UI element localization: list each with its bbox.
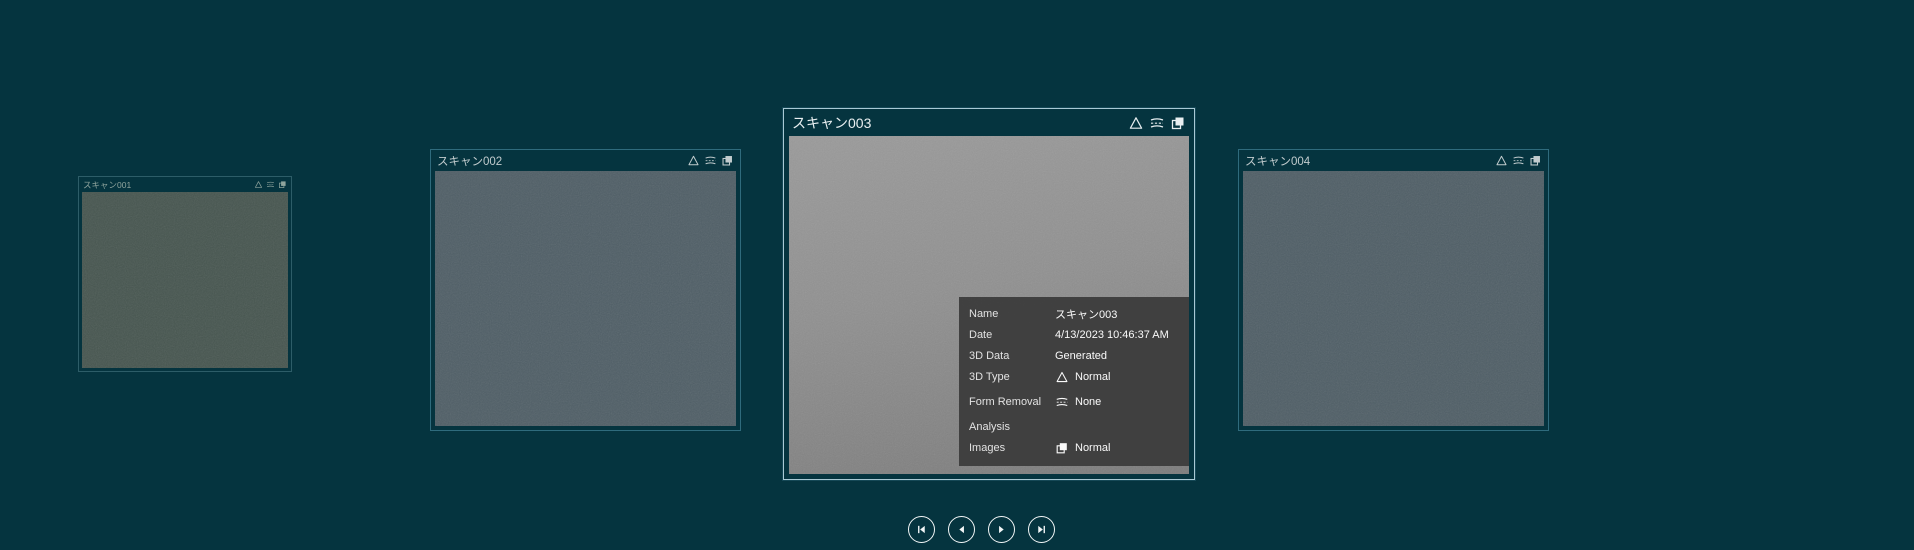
skip-to-last-icon bbox=[1035, 523, 1048, 536]
info-label: Form Removal bbox=[969, 395, 1042, 408]
previous-button[interactable] bbox=[948, 516, 975, 543]
scan-preview bbox=[1243, 171, 1544, 426]
3d-type-triangle-icon bbox=[687, 154, 700, 167]
info-label: Analysis bbox=[969, 420, 1010, 433]
form-removal-icon bbox=[1055, 395, 1069, 409]
3d-type-triangle-icon bbox=[254, 180, 263, 189]
carousel-navigation bbox=[908, 516, 1055, 543]
scan-card-1[interactable]: スキャン001 bbox=[78, 176, 292, 372]
info-row-analysis: Analysis bbox=[959, 416, 1189, 437]
form-removal-icon bbox=[1149, 115, 1165, 131]
info-label: Name bbox=[969, 307, 999, 320]
scan-preview bbox=[435, 171, 736, 426]
card-titlebar: スキャン004 bbox=[1239, 150, 1548, 171]
card-titlebar: スキャン003 bbox=[784, 109, 1194, 136]
3d-type-triangle-icon bbox=[1495, 154, 1508, 167]
images-icon bbox=[1529, 154, 1542, 167]
3d-type-triangle-icon bbox=[1128, 115, 1144, 131]
scan-info-panel: Name スキャン003 Date 4/13/2023 10:46:37 AM … bbox=[959, 297, 1189, 466]
last-button[interactable] bbox=[1028, 516, 1055, 543]
card-status-icons bbox=[254, 180, 287, 189]
first-button[interactable] bbox=[908, 516, 935, 543]
images-icon bbox=[278, 180, 287, 189]
card-titlebar: スキャン002 bbox=[431, 150, 740, 171]
info-value: スキャン003 bbox=[1055, 308, 1118, 321]
scan-noise-texture bbox=[435, 171, 736, 426]
form-removal-icon bbox=[704, 154, 717, 167]
next-button[interactable] bbox=[988, 516, 1015, 543]
scan-card-2[interactable]: スキャン002 bbox=[430, 149, 741, 431]
card-status-icons bbox=[1128, 115, 1186, 131]
previous-icon bbox=[955, 523, 968, 536]
scan-preview: Name スキャン003 Date 4/13/2023 10:46:37 AM … bbox=[789, 136, 1189, 474]
info-label: Images bbox=[969, 441, 1006, 454]
info-value-text: None bbox=[1075, 395, 1102, 408]
scan-noise-texture bbox=[1243, 171, 1544, 426]
card-title: スキャン002 bbox=[437, 155, 503, 168]
images-icon bbox=[1055, 441, 1069, 455]
form-removal-icon bbox=[266, 180, 275, 189]
info-label: 3D Type bbox=[969, 370, 1010, 383]
info-value-text: Normal bbox=[1075, 441, 1111, 454]
info-value-text: Normal bbox=[1075, 370, 1111, 383]
images-icon bbox=[721, 154, 734, 167]
info-row-images: Images Normal bbox=[959, 437, 1189, 458]
scan-card-4[interactable]: スキャン004 bbox=[1238, 149, 1549, 431]
skip-to-first-icon bbox=[915, 523, 928, 536]
card-status-icons bbox=[1495, 154, 1542, 167]
info-value: Normal bbox=[1055, 441, 1110, 455]
scan-card-3-selected[interactable]: スキャン003 Name スキャン003 Date 4/13/2023 10:4… bbox=[783, 108, 1195, 480]
info-value: Generated bbox=[1055, 349, 1107, 362]
next-icon bbox=[995, 523, 1008, 536]
info-row-date: Date 4/13/2023 10:46:37 AM bbox=[959, 324, 1189, 345]
info-value: None bbox=[1055, 395, 1101, 409]
info-row-3d-data: 3D Data Generated bbox=[959, 345, 1189, 366]
card-status-icons bbox=[687, 154, 734, 167]
info-row-form-removal: Form Removal None bbox=[959, 391, 1189, 412]
form-removal-icon bbox=[1512, 154, 1525, 167]
triangle-icon bbox=[1055, 370, 1069, 384]
info-label: 3D Data bbox=[969, 349, 1010, 362]
info-label: Date bbox=[969, 328, 993, 341]
scan-carousel: スキャン001 スキャン002 スキャン003 Name スキャン003 Dat… bbox=[0, 0, 1914, 550]
info-value: Normal bbox=[1055, 370, 1110, 384]
info-value: 4/13/2023 10:46:37 AM bbox=[1055, 328, 1169, 341]
card-titlebar: スキャン001 bbox=[79, 177, 291, 192]
info-row-name: Name スキャン003 bbox=[959, 303, 1189, 324]
info-row-3d-type: 3D Type Normal bbox=[959, 366, 1189, 387]
card-title: スキャン003 bbox=[792, 114, 872, 131]
card-title: スキャン004 bbox=[1245, 155, 1311, 168]
scan-preview bbox=[82, 192, 288, 368]
scan-noise-texture bbox=[82, 192, 288, 368]
images-icon bbox=[1170, 115, 1186, 131]
card-title: スキャン001 bbox=[83, 179, 132, 190]
